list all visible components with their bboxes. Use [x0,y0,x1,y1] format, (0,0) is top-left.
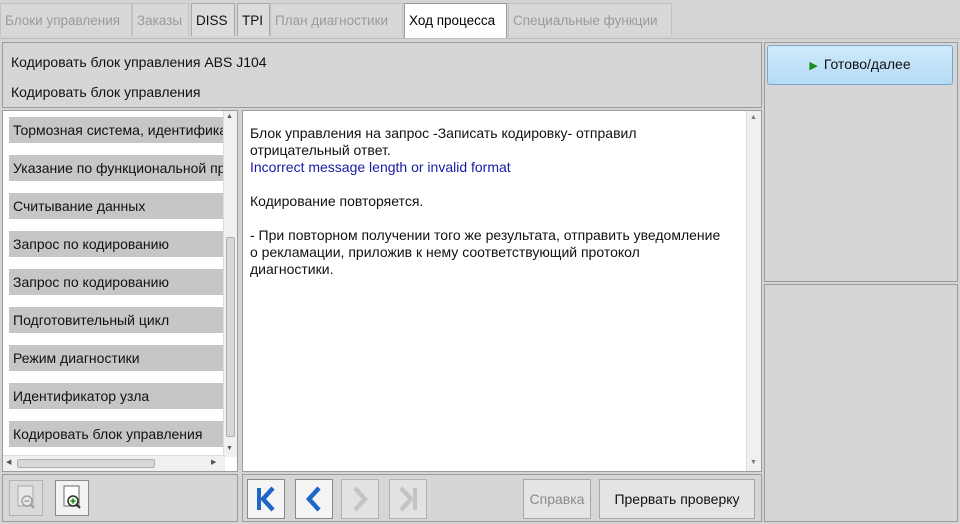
step-item-node-id[interactable]: Идентификатор узла [7,383,223,409]
step-list-panel: Тормозная система, идентификация Указани… [2,110,238,472]
tab-orders[interactable]: Заказы [132,3,189,36]
scroll-up-arrow-icon[interactable]: ▲ [226,113,233,120]
step-item-brake-system-id[interactable]: Тормозная система, идентификация [7,117,223,143]
zoom-in-icon [63,485,81,509]
step-item-coding-request-2[interactable]: Запрос по кодированию [7,269,223,295]
procedure-subtitle: Кодировать блок управления [11,84,201,100]
last-step-button[interactable] [389,479,427,519]
action-panel: ▶ Готово/далее [764,42,958,282]
tab-bar: Блоки управления Заказы DISS TPI План ди… [0,0,960,39]
side-info-panel [764,284,958,522]
scroll-down-arrow-icon[interactable]: ▼ [226,445,233,452]
step-list: Тормозная система, идентификация Указани… [7,117,223,459]
tab-diss[interactable]: DISS [191,3,235,36]
vertical-scroll-thumb[interactable] [226,237,235,437]
done-next-button[interactable]: ▶ Готово/далее [767,45,953,85]
message-line: - При повторном получении того же резуль… [250,227,721,243]
message-line: отрицательный ответ. [250,142,391,158]
zoom-out-button[interactable] [9,480,43,516]
message-vertical-scrollbar[interactable]: ▲ ▼ [746,111,761,471]
chevron-right-icon [353,486,369,512]
play-icon: ▶ [809,60,818,72]
message-line: Блок управления на запрос -Записать коди… [250,125,637,141]
procedure-title: Кодировать блок управления ABS J104 [11,54,267,70]
help-button[interactable]: Справка [523,479,591,519]
message-panel: Блок управления на запрос -Записать коди… [242,110,762,472]
done-next-label: Готово/далее [823,56,911,72]
tab-control-units[interactable]: Блоки управления [0,3,132,36]
message-line: о рекламации, приложив к нему соответств… [250,244,640,260]
tab-process-progress[interactable]: Ход процесса [404,3,507,38]
step-item-preparation-cycle[interactable]: Подготовительный цикл [7,307,223,333]
step-item-read-data[interactable]: Считывание данных [7,193,223,219]
step-item-coding-request-1[interactable]: Запрос по кодированию [7,231,223,257]
navigation-toolbar: Справка Прервать проверку [242,474,762,522]
tab-special-functions[interactable]: Специальные функции [508,3,672,36]
message-line: диагностики. [250,261,334,277]
scroll-up-arrow-icon[interactable]: ▲ [750,114,757,121]
step-item-diagnostic-mode[interactable]: Режим диагностики [7,345,223,371]
zoom-out-icon [17,485,35,509]
message-text: Блок управления на запрос -Записать коди… [250,125,745,278]
chevron-left-icon [305,486,321,512]
step-list-horizontal-scrollbar[interactable]: ◀ ▶ [3,455,225,471]
skip-last-icon [399,486,417,512]
tab-tpi[interactable]: TPI [237,3,270,36]
zoom-toolbar [2,474,238,522]
horizontal-scroll-thumb[interactable] [17,459,155,468]
scroll-right-arrow-icon[interactable]: ▶ [211,458,216,466]
step-item-code-control-unit[interactable]: Кодировать блок управления [7,421,223,447]
scroll-left-arrow-icon[interactable]: ◀ [6,458,11,466]
abort-test-button[interactable]: Прервать проверку [599,479,755,519]
scroll-down-arrow-icon[interactable]: ▼ [750,459,757,466]
error-detail: Incorrect message length or invalid form… [250,159,511,175]
previous-step-button[interactable] [295,479,333,519]
skip-first-icon [257,486,275,512]
tab-diagnostic-plan[interactable]: План диагностики [270,3,403,36]
procedure-header: Кодировать блок управления ABS J104 Коди… [2,42,762,108]
step-item-function-check[interactable]: Указание по функциональной проверке [7,155,223,181]
message-line: Кодирование повторяется. [250,193,424,209]
next-step-button[interactable] [341,479,379,519]
zoom-in-button[interactable] [55,480,89,516]
first-step-button[interactable] [247,479,285,519]
step-list-vertical-scrollbar[interactable]: ▲ ▼ [223,111,237,457]
